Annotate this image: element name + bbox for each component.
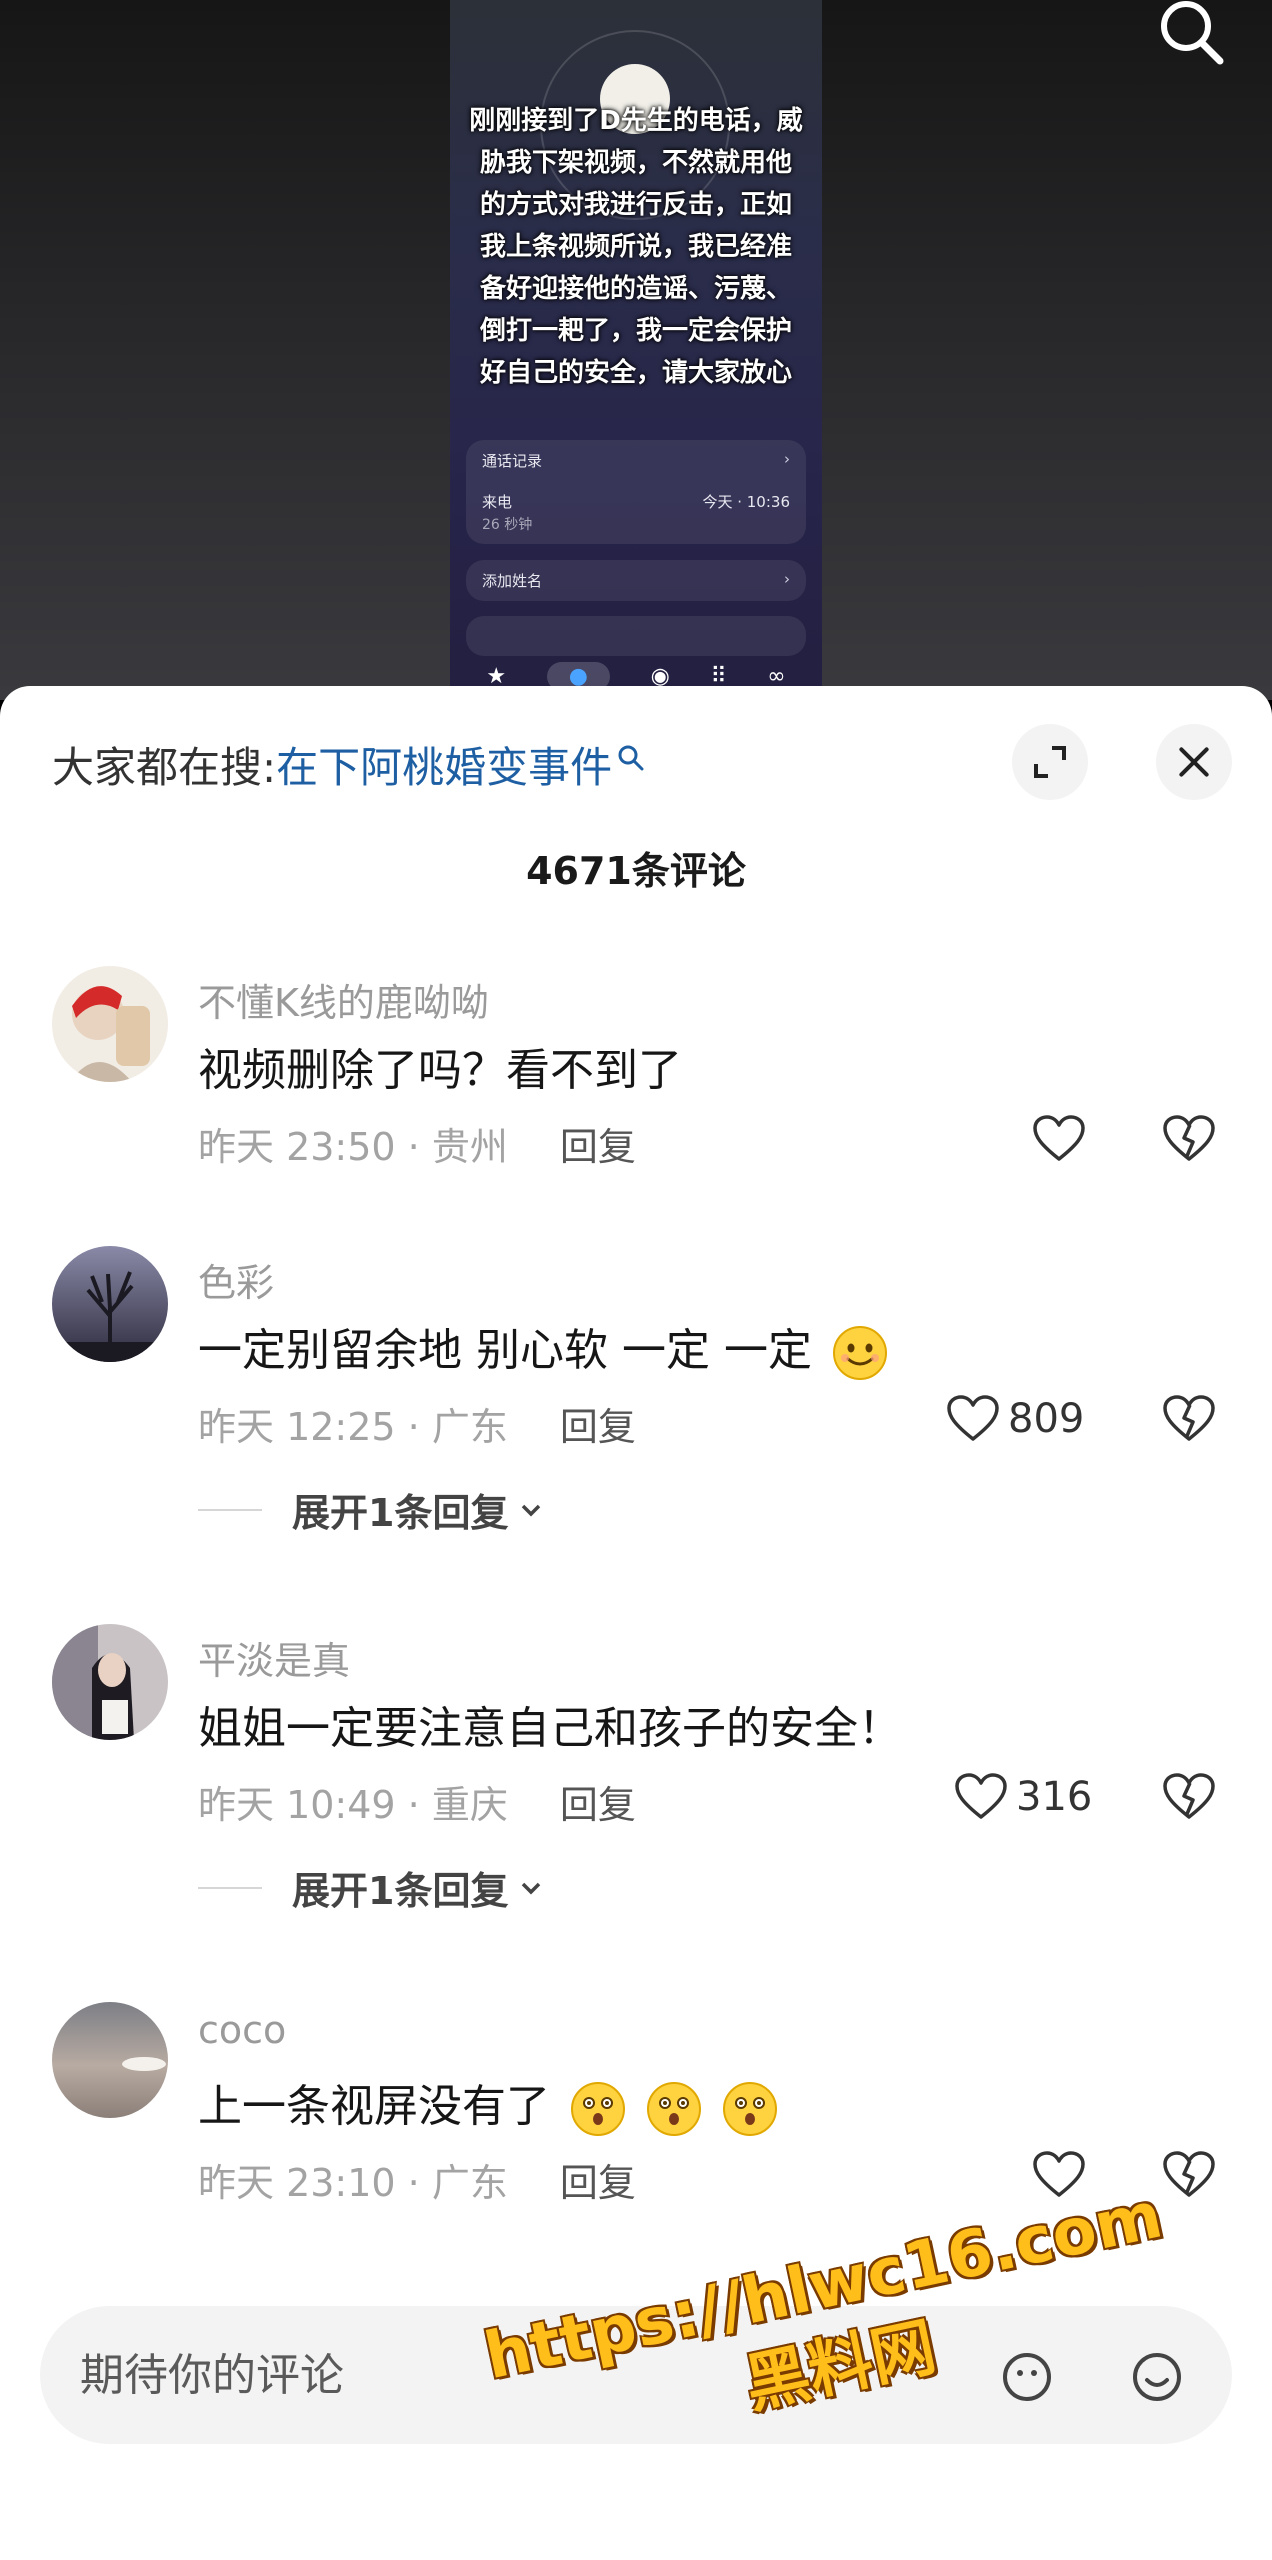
surprised-emoji-icon bbox=[571, 2082, 625, 2136]
video-frame: 刚刚接到了D先生的电话，威胁我下架视频，不然就用他的方式对我进行反击，正如我上条… bbox=[450, 0, 822, 700]
video-call-log-card: 通话记录 › 来电 今天 · 10:36 26 秒钟 bbox=[466, 440, 806, 544]
like-button[interactable] bbox=[1032, 1114, 1086, 1164]
comment-text: 姐姐一定要注意自己和孩子的安全！ bbox=[198, 1703, 902, 1754]
video-number-card bbox=[466, 616, 806, 656]
reply-button[interactable]: 回复 bbox=[560, 1396, 636, 1451]
comment-meta: 昨天 23:10 · 广东 回复 bbox=[198, 2152, 636, 2207]
trending-label: 大家都在搜: bbox=[52, 743, 277, 792]
reply-button[interactable]: 回复 bbox=[560, 1774, 636, 1829]
close-icon bbox=[1179, 747, 1209, 777]
video-call-duration: 26 秒钟 bbox=[482, 517, 533, 533]
expand-sheet-button[interactable] bbox=[1012, 724, 1088, 800]
expand-replies-label: 展开1条回复 bbox=[292, 1869, 509, 1913]
comment-text: 视频删除了吗？看不到了 bbox=[198, 1045, 682, 1096]
heart-icon bbox=[1033, 1115, 1085, 1161]
keypad-icon: ⠿ bbox=[710, 663, 727, 689]
expand-icon bbox=[1034, 746, 1066, 778]
comment-time: 昨天 23:10 · 广东 bbox=[198, 2161, 508, 2205]
comment-username[interactable]: 色彩 bbox=[198, 1252, 274, 1307]
comment-time: 昨天 23:50 · 贵州 bbox=[198, 1125, 508, 1169]
dislike-icon[interactable] bbox=[1162, 1772, 1216, 1822]
smile-emoji-icon bbox=[832, 1326, 887, 1380]
avatar[interactable] bbox=[52, 1624, 168, 1740]
comment-text-content: 一定别留余地 别心软 一定 一定 bbox=[198, 1325, 812, 1376]
expand-replies-label: 展开1条回复 bbox=[292, 1491, 509, 1535]
close-sheet-button[interactable] bbox=[1156, 724, 1232, 800]
voicemail-icon: ∞ bbox=[767, 663, 786, 689]
like-button[interactable]: 316 bbox=[954, 1772, 1092, 1822]
comment-text: 一定别留余地 别心软 一定 一定 bbox=[198, 1314, 888, 1381]
expand-replies-button[interactable]: 展开1条回复 bbox=[198, 1482, 546, 1537]
chevron-down-icon bbox=[522, 1882, 541, 1894]
avatar-image bbox=[52, 1624, 168, 1740]
search-button[interactable] bbox=[1152, 0, 1232, 70]
comment-text-content: 上一条视屏没有了 bbox=[198, 2081, 550, 2132]
like-button[interactable]: 809 bbox=[946, 1394, 1084, 1444]
video-add-name-card: 添加姓名 › bbox=[466, 560, 806, 601]
avatar-image bbox=[52, 966, 168, 1082]
comment-meta: 昨天 23:50 · 贵州 回复 bbox=[198, 1116, 636, 1171]
video-call-time: 今天 · 10:36 bbox=[702, 493, 790, 511]
avatar[interactable] bbox=[52, 2002, 168, 2118]
chevron-down-icon bbox=[522, 1504, 541, 1516]
video-caption: 刚刚接到了D先生的电话，威胁我下架视频，不然就用他的方式对我进行反击，正如我上条… bbox=[469, 106, 803, 388]
star-icon: ★ bbox=[486, 663, 507, 689]
divider-line bbox=[198, 1508, 262, 1511]
avatar-image bbox=[52, 1246, 168, 1362]
video-call-log-label: 通话记录 bbox=[482, 452, 543, 470]
chevron-right-icon: › bbox=[784, 450, 790, 468]
reply-button[interactable]: 回复 bbox=[560, 2152, 636, 2207]
chevron-right-icon: › bbox=[784, 570, 790, 588]
search-icon bbox=[1161, 1, 1224, 65]
contact-icon: ◉ bbox=[650, 663, 670, 689]
trending-search[interactable]: 大家都在搜: 在下阿桃婚变事件 bbox=[52, 734, 646, 795]
heart-icon bbox=[947, 1395, 999, 1441]
divider-line bbox=[198, 1886, 262, 1889]
like-count: 809 bbox=[1008, 1396, 1085, 1442]
comment-meta: 昨天 12:25 · 广东 回复 bbox=[198, 1396, 636, 1451]
dislike-icon[interactable] bbox=[1162, 1394, 1216, 1444]
surprised-emoji-icon bbox=[723, 2082, 777, 2136]
search-icon bbox=[618, 745, 644, 770]
comment-meta: 昨天 10:49 · 重庆 回复 bbox=[198, 1774, 636, 1829]
avatar-image bbox=[52, 2002, 168, 2118]
avatar[interactable] bbox=[52, 966, 168, 1082]
comment-time: 昨天 10:49 · 重庆 bbox=[198, 1783, 508, 1827]
surprised-emoji-icon bbox=[647, 2082, 701, 2136]
comment-username[interactable]: 不懂K线的鹿呦呦 bbox=[198, 972, 489, 1027]
comment-time: 昨天 12:25 · 广东 bbox=[198, 1405, 508, 1449]
dislike-icon[interactable] bbox=[1162, 1114, 1216, 1164]
comment-username[interactable]: 平淡是真 bbox=[198, 1630, 350, 1685]
comment-username[interactable]: coco bbox=[198, 2008, 286, 2052]
video-call-type: 来电 bbox=[482, 493, 513, 511]
video-player[interactable]: 刚刚接到了D先生的电话，威胁我下架视频，不然就用他的方式对我进行反击，正如我上条… bbox=[0, 0, 1272, 700]
video-add-name-label: 添加姓名 bbox=[482, 572, 543, 590]
expand-replies-button[interactable]: 展开1条回复 bbox=[198, 1860, 546, 1915]
trending-link[interactable]: 在下阿桃婚变事件 bbox=[276, 734, 612, 795]
avatar[interactable] bbox=[52, 1246, 168, 1362]
heart-icon bbox=[955, 1773, 1007, 1819]
like-count: 316 bbox=[1016, 1774, 1093, 1820]
reply-button[interactable]: 回复 bbox=[560, 1116, 636, 1171]
comment-text: 上一条视屏没有了 bbox=[198, 2070, 778, 2137]
comment-count: 4671条评论 bbox=[526, 849, 746, 893]
